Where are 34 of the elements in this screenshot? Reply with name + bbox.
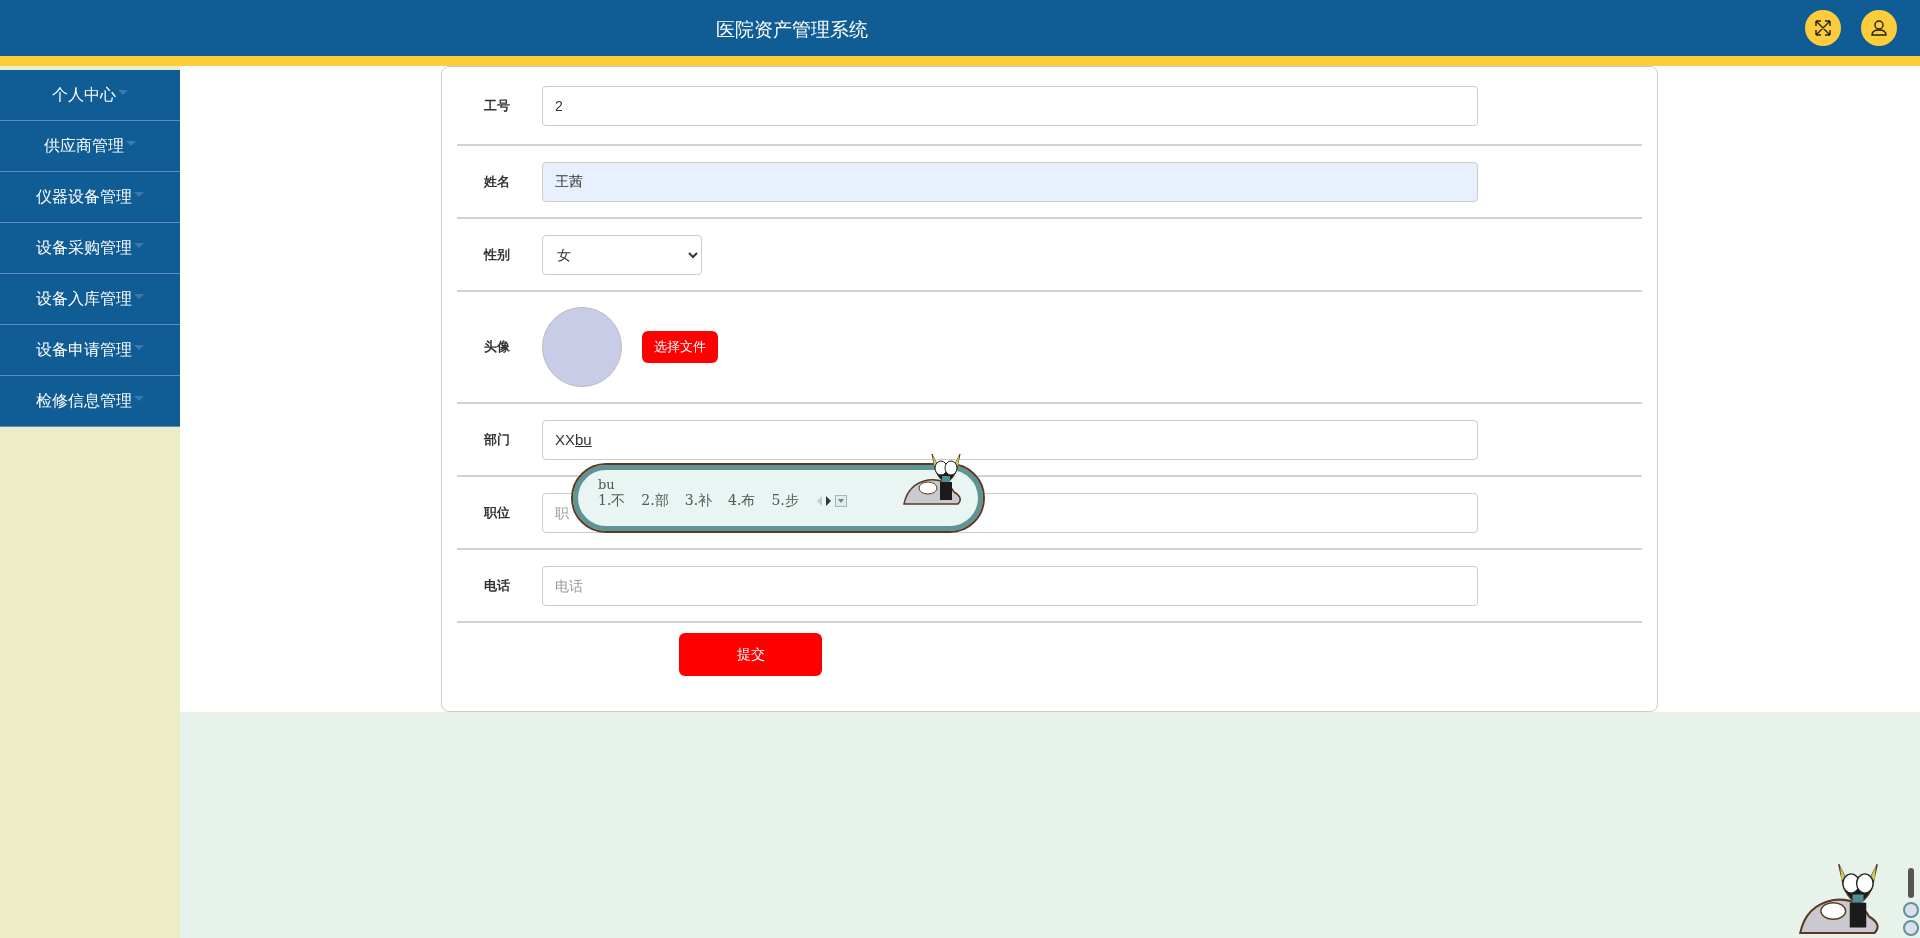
ime-candidate[interactable]: 3.补 <box>684 492 713 510</box>
app-title: 医院资产管理系统 <box>716 18 868 42</box>
field-label: 性别 <box>484 245 511 264</box>
user-icon <box>1870 19 1888 37</box>
ime-candidate[interactable]: 4.布 <box>728 492 756 510</box>
sidebar-menu-item[interactable]: 仪器设备管理 <box>0 172 180 223</box>
choose-file-button[interactable]: 选择文件 <box>642 331 718 363</box>
submit-button[interactable]: 提交 <box>679 633 822 676</box>
department-input-field[interactable]: XXbu <box>542 419 1478 460</box>
gender-select[interactable]: 女 <box>542 234 702 275</box>
sidebar-menu-item[interactable]: 供应商管理 <box>0 121 180 172</box>
ime-candidate[interactable]: 2.部 <box>641 492 669 510</box>
fullscreen-button[interactable] <box>1805 10 1841 46</box>
sidebar-menu-item[interactable]: 设备采购管理 <box>0 223 180 274</box>
field-label: 头像 <box>484 338 511 356</box>
sidebar-menu-item[interactable]: 检修信息管理 <box>0 376 180 427</box>
expand-arrows-icon <box>1814 19 1832 37</box>
user-button[interactable] <box>1861 10 1897 46</box>
dropdown-icon[interactable] <box>834 495 847 507</box>
sidebar-menu-item[interactable]: 设备入库管理 <box>0 274 180 325</box>
field-label: 电话 <box>484 576 511 595</box>
text-input-field[interactable]: 电话 <box>542 565 1478 606</box>
ime-candidate[interactable]: 5.步 <box>771 492 799 510</box>
side-controls-icon[interactable] <box>1902 868 1920 938</box>
sidebar-menu-item[interactable]: 个人中心 <box>0 70 180 121</box>
text-input-field[interactable]: 2 <box>542 85 1478 126</box>
sidebar-menu-item[interactable]: 设备申请管理 <box>0 325 180 376</box>
ime-candidate[interactable]: 1.不 <box>598 492 626 510</box>
text-input-field[interactable]: 王茜 <box>542 161 1478 202</box>
field-label: 姓名 <box>484 172 511 191</box>
field-label: 工号 <box>484 96 511 115</box>
ime-input-text: bu <box>598 477 616 492</box>
field-label: 部门 <box>484 430 511 449</box>
field-label: 职位 <box>484 503 511 522</box>
